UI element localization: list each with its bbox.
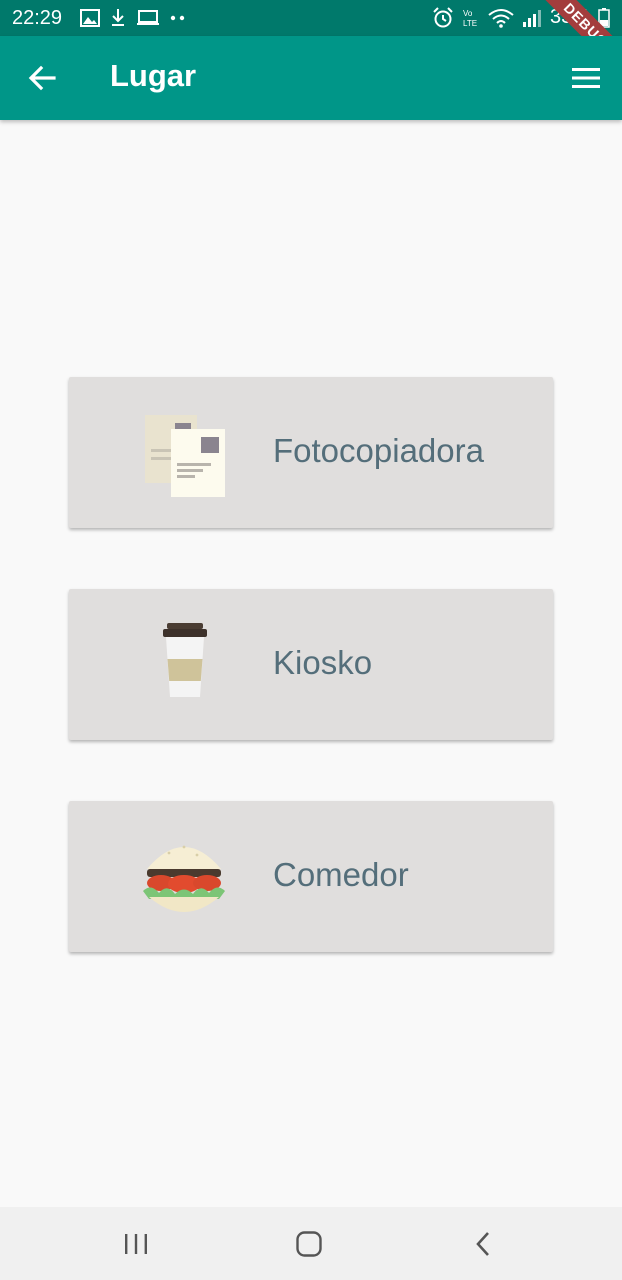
recent-apps-button[interactable] bbox=[116, 1227, 156, 1261]
image-icon bbox=[80, 9, 100, 27]
download-icon bbox=[112, 9, 124, 26]
menu-button[interactable] bbox=[570, 60, 602, 96]
status-time: 22:29 bbox=[12, 7, 63, 29]
place-label: Comedor bbox=[273, 856, 409, 893]
wifi-icon bbox=[488, 8, 514, 28]
status-bar: 22:29 Vo LTE DEBUG bbox=[0, 0, 622, 83]
alarm-icon bbox=[433, 6, 453, 27]
more-dots-icon bbox=[170, 15, 185, 21]
system-nav-bar bbox=[0, 1207, 622, 1280]
coffee-cup-icon bbox=[163, 623, 207, 697]
burger-icon bbox=[143, 845, 225, 912]
signal-icon bbox=[522, 9, 541, 27]
svg-text:Vo: Vo bbox=[463, 9, 473, 18]
page-title: Lugar bbox=[110, 58, 197, 93]
home-icon bbox=[296, 1231, 322, 1257]
place-card-kiosko[interactable]: Kiosko bbox=[69, 589, 553, 740]
place-card-comedor[interactable]: Comedor bbox=[69, 801, 553, 952]
place-card-fotocopiadora[interactable]: Fotocopiadora bbox=[69, 377, 553, 528]
photocopy-icon bbox=[145, 415, 225, 497]
recent-apps-icon bbox=[125, 1234, 147, 1254]
status-icons-left bbox=[80, 8, 186, 28]
home-button[interactable] bbox=[289, 1227, 329, 1261]
arrow-back-icon bbox=[28, 65, 56, 91]
menu-icon bbox=[572, 68, 600, 88]
back-button[interactable] bbox=[24, 60, 60, 96]
place-label: Fotocopiadora bbox=[273, 432, 484, 469]
svg-text:LTE: LTE bbox=[463, 19, 477, 28]
nav-back-button[interactable] bbox=[463, 1227, 503, 1261]
app-bar: Lugar bbox=[0, 36, 622, 120]
volte-icon: Vo LTE bbox=[463, 9, 477, 28]
place-label: Kiosko bbox=[273, 644, 373, 681]
laptop-icon bbox=[137, 10, 159, 25]
back-icon bbox=[476, 1232, 489, 1256]
